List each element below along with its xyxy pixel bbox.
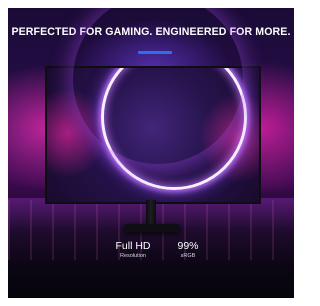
spec-label: sRGB (180, 253, 196, 259)
spec-label: Resolution (120, 253, 146, 259)
spec-value: Full HD (115, 240, 151, 252)
spec-resolution: Full HD Resolution (108, 240, 158, 260)
spec-srgb: 99% sRGB (168, 240, 208, 260)
spec-value: 99% (177, 240, 199, 252)
monitor-stand-neck (146, 200, 156, 226)
product-banner: PERFECTED FOR GAMING. ENGINEERED FOR MOR… (8, 8, 294, 298)
monitor-stand-base (124, 224, 180, 232)
